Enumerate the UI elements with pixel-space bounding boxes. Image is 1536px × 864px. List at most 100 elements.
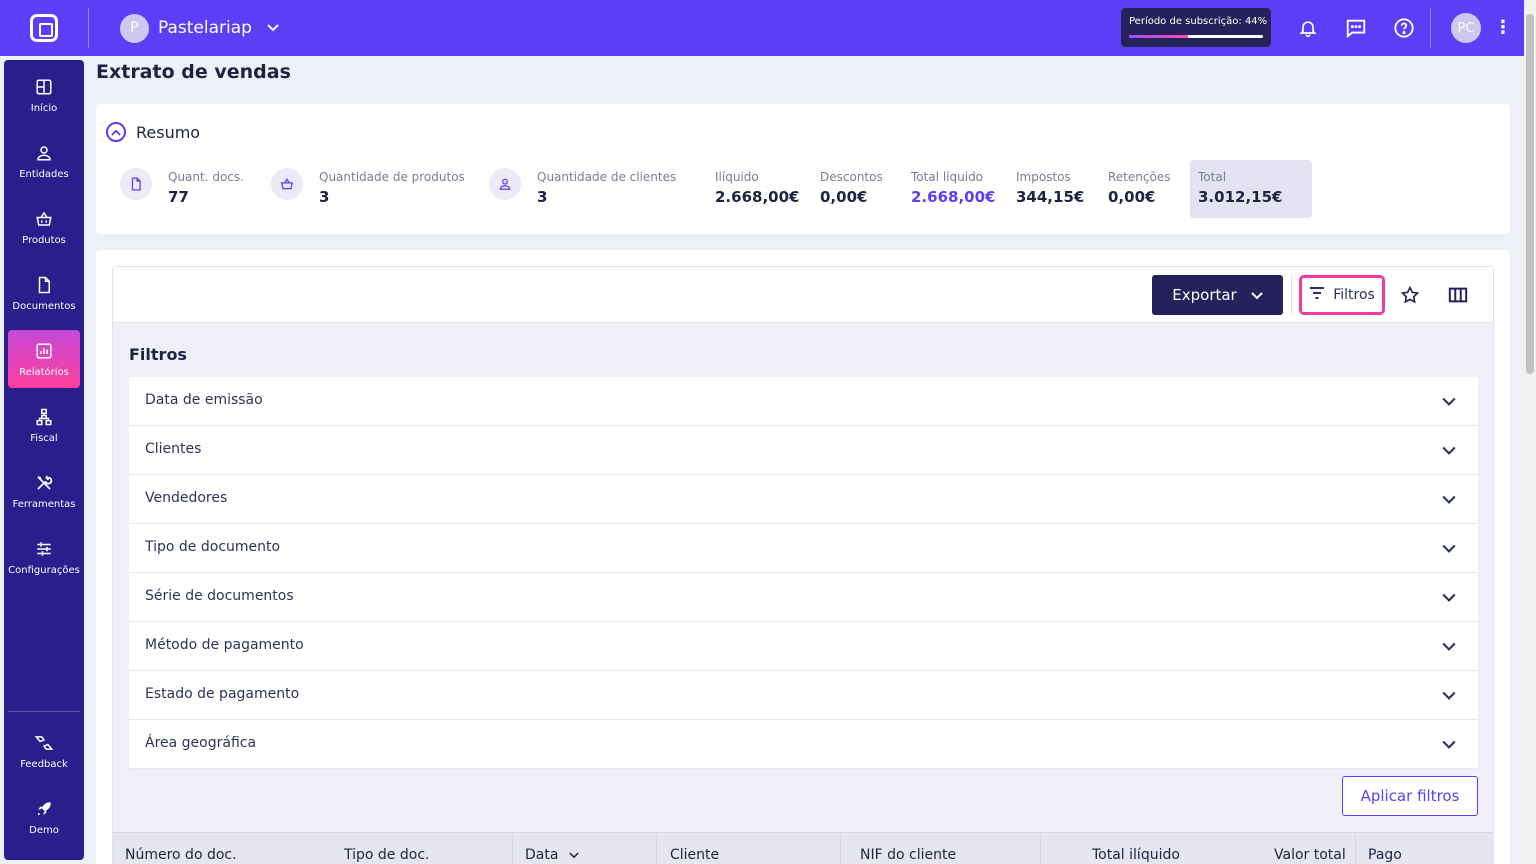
company-name: Pastelariap bbox=[158, 18, 252, 38]
stat-value: 3.012,15€ bbox=[1198, 188, 1283, 206]
filter-row-vendedores[interactable]: Vendedores bbox=[129, 475, 1478, 524]
tools-icon bbox=[34, 473, 54, 493]
filters-label: Filtros bbox=[1333, 287, 1375, 303]
star-icon[interactable] bbox=[1398, 283, 1422, 307]
stat-value: 2.668,00€ bbox=[911, 188, 996, 206]
filter-label: Estado de pagamento bbox=[145, 686, 300, 702]
stat-value: 344,15€ bbox=[1016, 188, 1085, 206]
column-header-nif-cliente[interactable]: NIF do cliente bbox=[860, 847, 956, 863]
sidebar-item-feedback[interactable]: Feedback bbox=[8, 722, 80, 780]
filter-row-clientes[interactable]: Clientes bbox=[129, 426, 1478, 475]
column-divider bbox=[1355, 833, 1356, 864]
sidebar-item-label: Fiscal bbox=[30, 432, 58, 444]
sidebar-item-label: Demo bbox=[29, 824, 59, 836]
subscription-progress-bar bbox=[1129, 35, 1263, 38]
toolbar-divider bbox=[1291, 275, 1292, 315]
filter-row-serie-documentos[interactable]: Série de documentos bbox=[129, 573, 1478, 622]
stat-label: Ilíquido bbox=[715, 170, 759, 184]
column-divider bbox=[840, 833, 841, 864]
chevron-down-icon bbox=[1442, 539, 1458, 555]
column-header-valor-total[interactable]: Valor total bbox=[1274, 847, 1346, 863]
topbar-divider bbox=[1430, 8, 1431, 48]
scrollbar-thumb[interactable] bbox=[1526, 14, 1534, 374]
stat-value: 0,00€ bbox=[1108, 188, 1156, 206]
filter-label: Clientes bbox=[145, 441, 202, 457]
column-header-numero-doc[interactable]: Número do doc. bbox=[125, 847, 237, 863]
apply-filters-button[interactable]: Aplicar filtros bbox=[1342, 776, 1478, 816]
basket-icon bbox=[34, 209, 54, 229]
column-header-data[interactable]: Data bbox=[525, 847, 579, 863]
stat-total: Total 3.012,15€ bbox=[1198, 170, 1282, 206]
stat-label: Quantidade de clientes bbox=[537, 170, 677, 184]
stat-label: Total bbox=[1198, 170, 1227, 184]
filter-label: Data de emissão bbox=[145, 392, 263, 408]
filters-button[interactable]: Filtros bbox=[1299, 275, 1385, 315]
grid-icon bbox=[34, 77, 54, 97]
basket-icon bbox=[271, 168, 303, 200]
column-header-cliente[interactable]: Cliente bbox=[670, 847, 719, 863]
sidebar: Início Entidades Produtos Documentos Rel… bbox=[4, 60, 84, 860]
company-avatar: P bbox=[120, 13, 149, 43]
stat-label: Impostos bbox=[1016, 170, 1071, 184]
stat-retencoes: Retenções 0,00€ bbox=[1108, 170, 1170, 206]
sidebar-item-inicio[interactable]: Início bbox=[8, 66, 80, 124]
company-selector[interactable]: P Pastelariap bbox=[120, 13, 279, 43]
sidebar-item-relatorios[interactable]: Relatórios bbox=[8, 330, 80, 388]
stat-quantidade-clientes: Quantidade de clientes 3 bbox=[537, 170, 676, 206]
stat-label: Quant. docs. bbox=[168, 170, 244, 184]
stat-label: Total líquido bbox=[911, 170, 984, 184]
document-icon bbox=[120, 168, 152, 200]
document-icon bbox=[34, 275, 54, 295]
app-logo-icon[interactable] bbox=[30, 14, 58, 42]
sidebar-item-configuracoes[interactable]: Configurações bbox=[8, 528, 80, 586]
export-button[interactable]: Exportar bbox=[1152, 275, 1283, 315]
filter-row-metodo-pagamento[interactable]: Método de pagamento bbox=[129, 622, 1478, 671]
filter-label: Série de documentos bbox=[145, 588, 294, 604]
collapse-toggle-icon[interactable] bbox=[106, 122, 126, 142]
summary-title: Resumo bbox=[136, 123, 201, 142]
sidebar-item-produtos[interactable]: Produtos bbox=[8, 198, 80, 256]
user-avatar[interactable]: PC bbox=[1451, 13, 1481, 43]
column-header-total-iliquido[interactable]: Total ilíquido bbox=[1092, 847, 1180, 863]
bell-icon[interactable] bbox=[1296, 16, 1320, 40]
sidebar-item-entidades[interactable]: Entidades bbox=[8, 132, 80, 190]
stat-value: 3 bbox=[537, 188, 548, 206]
sidebar-item-fiscal[interactable]: Fiscal bbox=[8, 396, 80, 454]
rocket-icon bbox=[34, 799, 54, 819]
chevron-down-icon bbox=[1442, 637, 1458, 653]
subscription-progress-fill bbox=[1129, 35, 1188, 38]
sidebar-item-label: Início bbox=[30, 102, 58, 114]
filter-row-area-geografica[interactable]: Área geográfica bbox=[129, 720, 1478, 769]
sidebar-item-label: Entidades bbox=[19, 168, 69, 180]
stat-descontos: Descontos 0,00€ bbox=[820, 170, 883, 206]
chevron-down-icon bbox=[1442, 490, 1458, 506]
chevron-down-icon bbox=[1442, 588, 1458, 604]
sidebar-item-label: Feedback bbox=[20, 758, 68, 770]
column-divider bbox=[656, 833, 657, 864]
filter-row-tipo-documento[interactable]: Tipo de documento bbox=[129, 524, 1478, 573]
stat-label: Descontos bbox=[820, 170, 883, 184]
top-bar: P Pastelariap Período de subscrição: 44%… bbox=[0, 0, 1536, 56]
filter-row-data-emissao[interactable]: Data de emissão bbox=[129, 377, 1478, 426]
more-menu-icon[interactable]: ⋮ bbox=[1494, 17, 1512, 39]
filter-label: Área geográfica bbox=[145, 735, 257, 751]
page-title: Extrato de vendas bbox=[96, 61, 291, 83]
column-header-tipo-doc[interactable]: Tipo de doc. bbox=[344, 847, 429, 863]
chart-icon bbox=[34, 341, 54, 361]
column-header-pago[interactable]: Pago bbox=[1368, 847, 1402, 863]
filter-row-estado-pagamento[interactable]: Estado de pagamento bbox=[129, 671, 1478, 720]
sidebar-item-demo[interactable]: Demo bbox=[8, 788, 80, 846]
filters-title: Filtros bbox=[129, 345, 187, 364]
columns-icon[interactable] bbox=[1446, 283, 1470, 307]
sidebar-item-ferramentas[interactable]: Ferramentas bbox=[8, 462, 80, 520]
person-icon bbox=[489, 168, 521, 200]
hierarchy-icon bbox=[34, 407, 54, 427]
page-scrollbar[interactable] bbox=[1524, 0, 1536, 864]
sidebar-item-documentos[interactable]: Documentos bbox=[8, 264, 80, 322]
feedback-icon bbox=[34, 733, 54, 753]
sidebar-item-label: Ferramentas bbox=[12, 498, 76, 510]
chat-icon[interactable] bbox=[1344, 16, 1368, 40]
summary-card: Resumo Quant. docs. 77 Quantidade de pro… bbox=[96, 104, 1510, 234]
help-icon[interactable] bbox=[1392, 16, 1416, 40]
subscription-status[interactable]: Período de subscrição: 44% bbox=[1121, 8, 1271, 47]
